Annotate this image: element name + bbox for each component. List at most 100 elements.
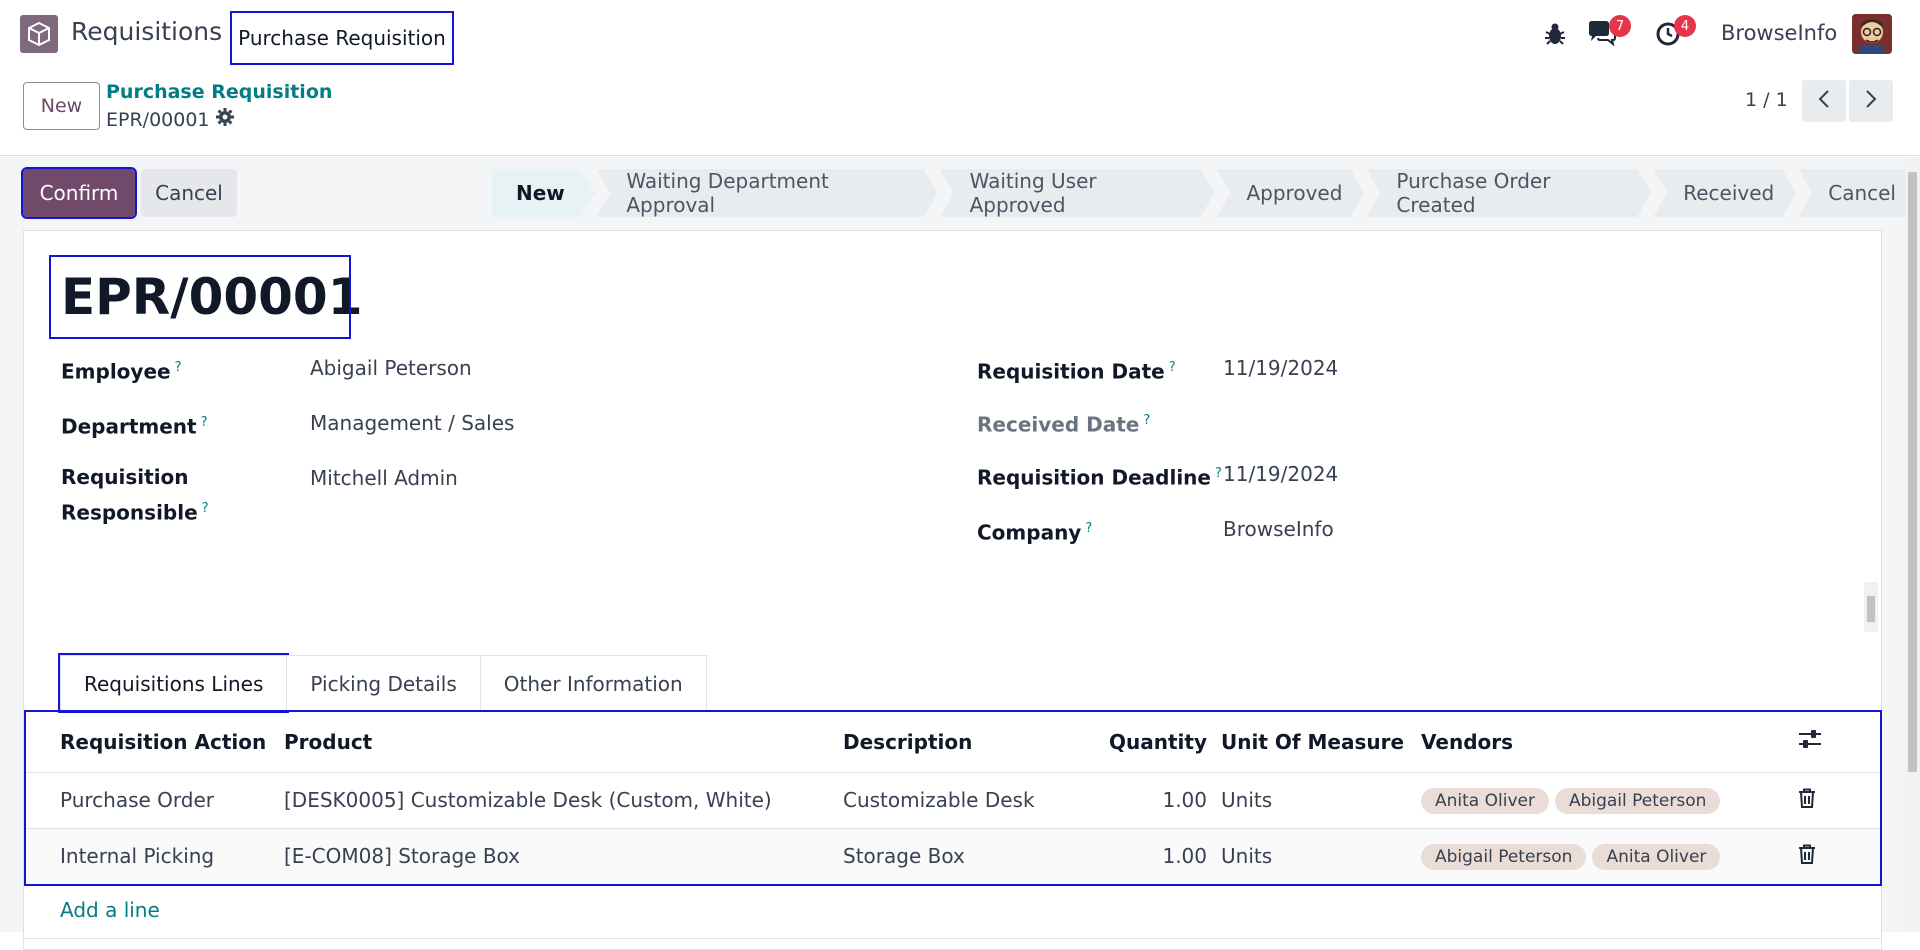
breadcrumb-parent-link[interactable]: Purchase Requisition bbox=[106, 81, 332, 103]
cell-vendors[interactable]: Anita Oliver Abigail Peterson bbox=[1421, 772, 1798, 829]
vendor-tag[interactable]: Abigail Peterson bbox=[1421, 843, 1587, 870]
column-header-vendors[interactable]: Vendors bbox=[1421, 712, 1798, 773]
stage-waiting-user-approved[interactable]: Waiting User Approved bbox=[940, 169, 1215, 217]
stage-cancel[interactable]: Cancel bbox=[1798, 169, 1918, 217]
cell-uom[interactable]: Units bbox=[1221, 772, 1421, 829]
company-field[interactable]: BrowseInfo bbox=[1223, 517, 1334, 541]
messages-count-badge: 7 bbox=[1609, 15, 1631, 37]
scrollbar-thumb[interactable] bbox=[1908, 172, 1917, 772]
add-line-link[interactable]: Add a line bbox=[60, 898, 160, 922]
stage-received[interactable]: Received bbox=[1653, 169, 1796, 217]
requisition-lines-table: Requisition Action Product Description Q… bbox=[24, 710, 1882, 886]
help-tooltip-icon[interactable]: ? bbox=[202, 501, 209, 516]
employee-label: Employee? bbox=[61, 352, 182, 388]
cell-description[interactable]: Storage Box bbox=[843, 828, 1087, 885]
table-header-row: Requisition Action Product Description Q… bbox=[26, 712, 1880, 773]
pager-previous-button[interactable] bbox=[1802, 80, 1846, 122]
company-label-text: Company bbox=[977, 520, 1082, 545]
column-header-description[interactable]: Description bbox=[843, 712, 1087, 773]
cell-uom[interactable]: Units bbox=[1221, 828, 1421, 885]
employee-field[interactable]: Abigail Peterson bbox=[310, 356, 472, 380]
responsible-label: Requisition Responsible? bbox=[61, 462, 209, 529]
help-tooltip-icon[interactable]: ? bbox=[201, 415, 208, 430]
column-header-uom[interactable]: Unit Of Measure bbox=[1221, 712, 1421, 773]
cell-vendors[interactable]: Abigail Peterson Anita Oliver bbox=[1421, 828, 1798, 885]
tab-picking-details[interactable]: Picking Details bbox=[286, 655, 481, 711]
tab-other-information[interactable]: Other Information bbox=[479, 655, 707, 711]
form-content: Confirm Cancel New Waiting Department Ap… bbox=[0, 157, 1920, 950]
help-tooltip-icon[interactable]: ? bbox=[1143, 413, 1150, 428]
form-sheet: EPR/00001 Employee? Abigail Peterson Dep… bbox=[23, 230, 1882, 950]
stage-approved[interactable]: Approved bbox=[1216, 169, 1364, 217]
column-header-quantity[interactable]: Quantity bbox=[1087, 712, 1221, 773]
user-avatar[interactable] bbox=[1852, 14, 1892, 54]
record-title[interactable]: EPR/00001 bbox=[49, 255, 363, 339]
cell-product[interactable]: [E-COM08] Storage Box bbox=[284, 828, 843, 885]
responsible-field[interactable]: Mitchell Admin bbox=[310, 466, 458, 490]
table-row[interactable]: Internal Picking [E-COM08] Storage Box S… bbox=[26, 828, 1880, 885]
pager-next-button[interactable] bbox=[1849, 80, 1893, 122]
help-tooltip-icon[interactable]: ? bbox=[1215, 466, 1222, 481]
sliders-icon bbox=[1798, 730, 1822, 755]
control-panel: New Purchase Requisition EPR/00001 1 / 1 bbox=[0, 68, 1920, 156]
chevron-right-icon bbox=[1864, 89, 1878, 113]
app-name[interactable]: Requisitions bbox=[71, 17, 222, 46]
tab-requisitions-lines[interactable]: Requisitions Lines bbox=[57, 653, 290, 713]
received-date-label: Received Date? bbox=[977, 405, 1150, 441]
company-switcher[interactable]: BrowseInfo bbox=[1721, 21, 1837, 45]
department-field[interactable]: Management / Sales bbox=[310, 411, 514, 435]
pager-value[interactable]: 1 / 1 bbox=[1745, 89, 1788, 111]
department-label: Department? bbox=[61, 407, 208, 443]
table-row[interactable]: Purchase Order [DESK0005] Customizable D… bbox=[26, 772, 1880, 829]
cell-action[interactable]: Purchase Order bbox=[26, 772, 284, 829]
help-tooltip-icon[interactable]: ? bbox=[175, 360, 182, 375]
divider bbox=[24, 938, 1881, 939]
received-date-field[interactable] bbox=[1223, 409, 1523, 435]
tab-area-scrollbar[interactable] bbox=[1864, 582, 1878, 632]
responsible-label-line2: Responsible bbox=[61, 500, 198, 525]
requisition-date-label-text: Requisition Date bbox=[977, 359, 1165, 384]
stage-new[interactable]: New bbox=[492, 169, 594, 217]
column-header-action[interactable]: Requisition Action bbox=[26, 712, 284, 773]
department-label-text: Department bbox=[61, 414, 197, 439]
requisition-date-label: Requisition Date? bbox=[977, 352, 1176, 388]
breadcrumb-current-label: EPR/00001 bbox=[106, 108, 210, 131]
cell-quantity[interactable]: 1.00 bbox=[1087, 828, 1221, 885]
optional-columns-toggle[interactable] bbox=[1798, 712, 1880, 773]
requisition-date-field[interactable]: 11/19/2024 bbox=[1223, 356, 1338, 380]
activities-count-badge: 4 bbox=[1674, 15, 1696, 37]
cell-description[interactable]: Customizable Desk bbox=[843, 772, 1087, 829]
help-tooltip-icon[interactable]: ? bbox=[1169, 360, 1176, 375]
trash-icon bbox=[1798, 844, 1816, 869]
requisition-deadline-label: Requisition Deadline? bbox=[977, 458, 1222, 494]
requisition-deadline-field[interactable]: 11/19/2024 bbox=[1223, 462, 1338, 486]
vendor-tag[interactable]: Abigail Peterson bbox=[1554, 787, 1721, 814]
chevron-left-icon bbox=[1817, 89, 1831, 113]
vendor-tag[interactable]: Anita Oliver bbox=[1421, 787, 1549, 814]
requisitions-app-icon[interactable] bbox=[20, 15, 58, 53]
top-navbar: Requisitions Purchase Requisition 7 4 Br… bbox=[0, 0, 1920, 68]
delete-row-button[interactable] bbox=[1798, 772, 1880, 829]
stage-purchase-order-created[interactable]: Purchase Order Created bbox=[1366, 169, 1651, 217]
vendor-tag[interactable]: Anita Oliver bbox=[1592, 843, 1721, 870]
cell-product[interactable]: [DESK0005] Customizable Desk (Custom, Wh… bbox=[284, 772, 843, 829]
menu-purchase-requisition[interactable]: Purchase Requisition bbox=[230, 11, 454, 65]
stage-waiting-department-approval[interactable]: Waiting Department Approval bbox=[596, 169, 937, 217]
new-record-button[interactable]: New bbox=[23, 82, 100, 130]
help-tooltip-icon[interactable]: ? bbox=[1085, 521, 1092, 536]
trash-icon bbox=[1798, 788, 1816, 813]
confirm-button[interactable]: Confirm bbox=[21, 167, 137, 219]
page-scrollbar[interactable] bbox=[1905, 157, 1920, 932]
cell-quantity[interactable]: 1.00 bbox=[1087, 772, 1221, 829]
cancel-button[interactable]: Cancel bbox=[141, 169, 237, 217]
requisition-deadline-label-text: Requisition Deadline bbox=[977, 465, 1211, 490]
debug-bug-icon[interactable] bbox=[1544, 22, 1566, 50]
cell-action[interactable]: Internal Picking bbox=[26, 828, 284, 885]
responsible-label-line1: Requisition bbox=[61, 465, 189, 489]
column-header-product[interactable]: Product bbox=[284, 712, 843, 773]
breadcrumb-current: EPR/00001 bbox=[106, 108, 234, 131]
scrollbar-thumb[interactable] bbox=[1867, 596, 1875, 622]
employee-label-text: Employee bbox=[61, 359, 171, 384]
gear-icon[interactable] bbox=[215, 108, 234, 131]
delete-row-button[interactable] bbox=[1798, 828, 1880, 885]
